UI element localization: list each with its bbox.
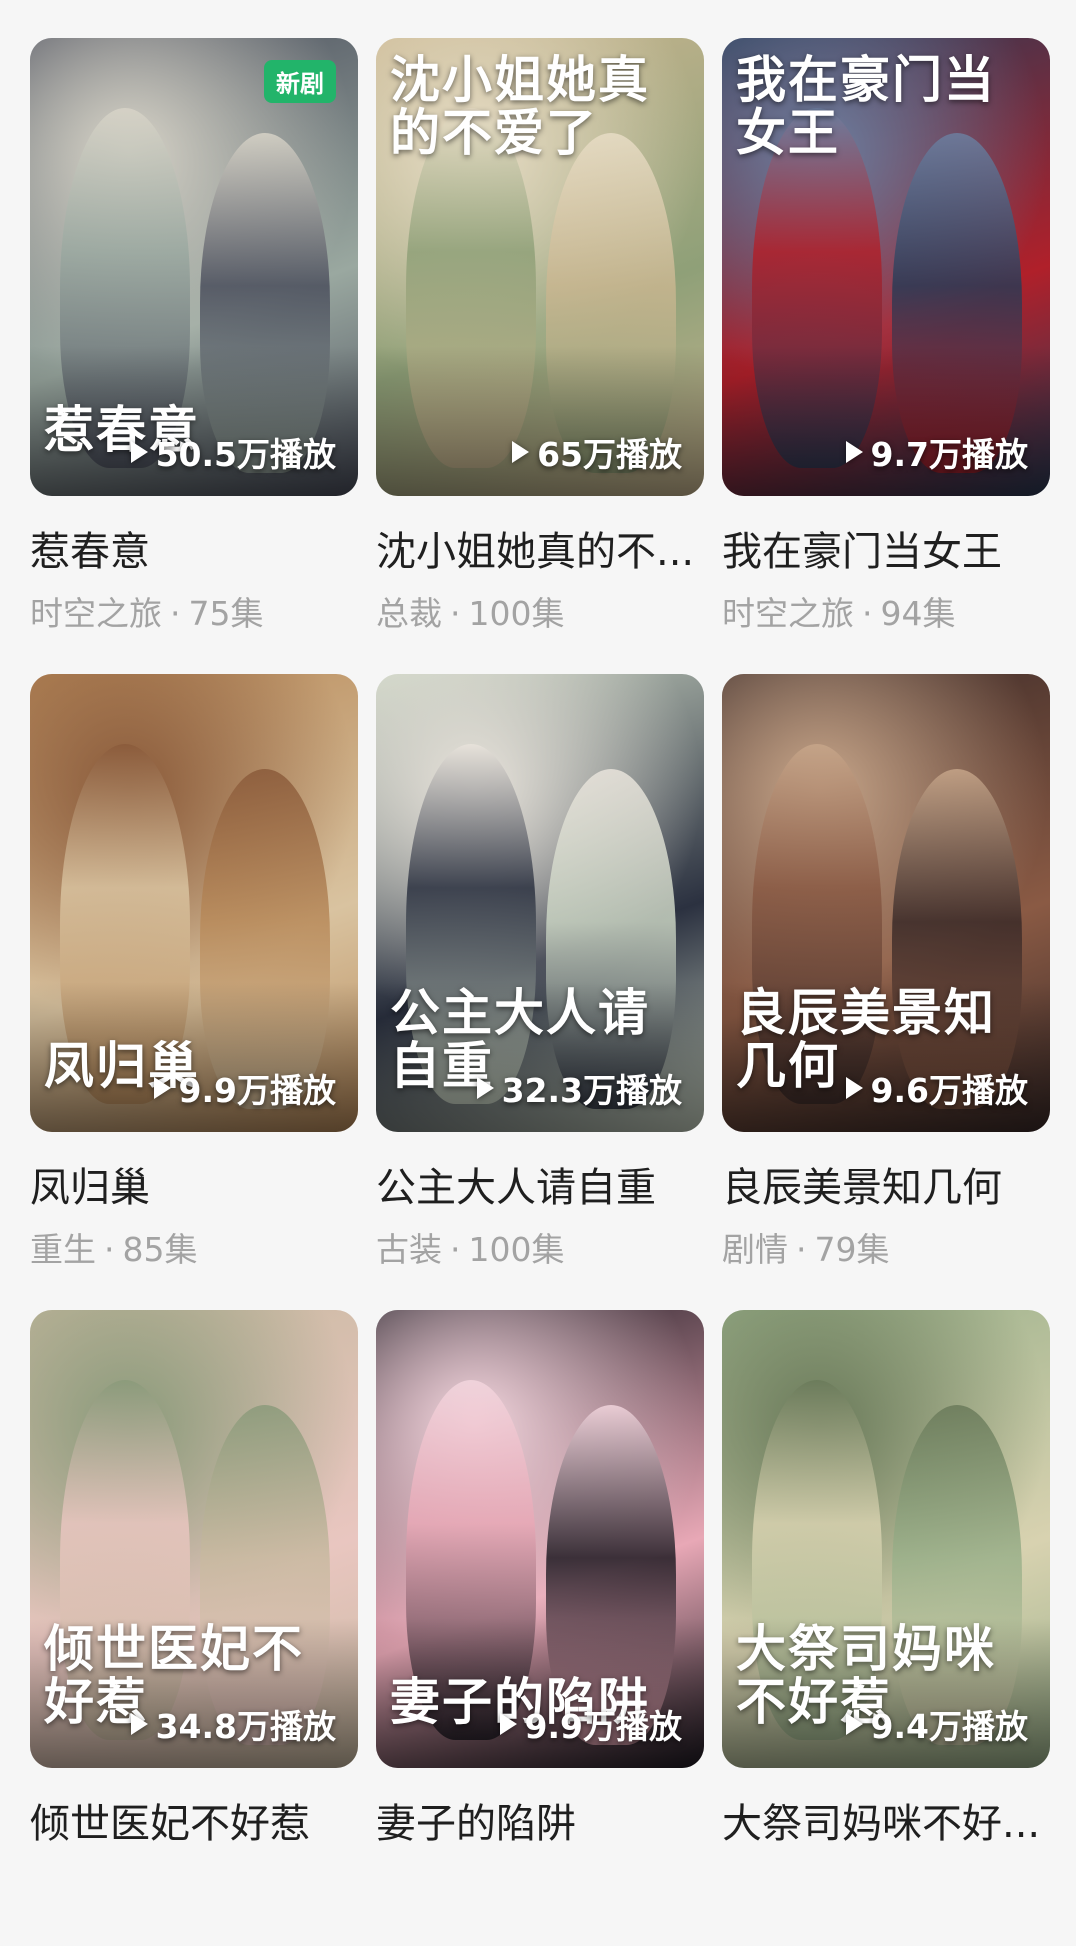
- drama-title[interactable]: 凤归巢: [30, 1166, 358, 1210]
- play-icon: [130, 1713, 148, 1735]
- drama-card[interactable]: 公主大人请自重 32.3万播放 公主大人请自重 古装 · 100集: [376, 674, 704, 1310]
- poster-title-art: 沈小姐她真的不爱了: [390, 50, 650, 162]
- drama-poster[interactable]: 凤归巢 9.9万播放: [30, 674, 358, 1132]
- drama-title[interactable]: 大祭司妈咪不好...: [722, 1802, 1050, 1846]
- play-icon: [499, 1713, 517, 1735]
- play-count: 32.3万播放: [476, 1064, 682, 1112]
- drama-title[interactable]: 倾世医妃不好惹: [30, 1802, 358, 1846]
- drama-grid: 新剧 惹春意 50.5万播放 惹春意 时空之旅 · 75集 沈小姐她真的不爱了 65…: [30, 38, 1050, 1946]
- play-count: 9.9万播放: [499, 1700, 682, 1748]
- meta-separator: ·: [796, 1230, 807, 1269]
- play-count: 9.7万播放: [845, 428, 1028, 476]
- poster-title-art: 我在豪门当女王: [736, 50, 996, 162]
- drama-genre: 时空之旅: [722, 594, 854, 633]
- play-count-text: 9.6万播放: [870, 1071, 1028, 1110]
- drama-meta: 剧情 · 79集: [722, 1230, 1050, 1269]
- meta-separator: ·: [450, 1230, 461, 1269]
- drama-poster[interactable]: 沈小姐她真的不爱了 65万播放: [376, 38, 704, 496]
- drama-title[interactable]: 惹春意: [30, 530, 358, 574]
- drama-episodes: 94集: [880, 594, 956, 633]
- play-count-text: 9.9万播放: [178, 1071, 336, 1110]
- play-icon: [845, 441, 863, 463]
- play-icon: [845, 1077, 863, 1099]
- drama-meta: 总裁 · 100集: [376, 594, 704, 633]
- drama-genre: 时空之旅: [30, 594, 162, 633]
- drama-title[interactable]: 良辰美景知几何: [722, 1166, 1050, 1210]
- drama-episodes: 75集: [188, 594, 264, 633]
- drama-genre: 古装: [376, 1230, 442, 1269]
- new-badge: 新剧: [264, 60, 336, 103]
- play-count: 65万播放: [512, 428, 682, 476]
- drama-card[interactable]: 倾世医妃不好惹 34.8万播放 倾世医妃不好惹: [30, 1310, 358, 1946]
- play-count: 9.9万播放: [153, 1064, 336, 1112]
- drama-title[interactable]: 妻子的陷阱: [376, 1802, 704, 1846]
- drama-title[interactable]: 我在豪门当女王: [722, 530, 1050, 574]
- drama-meta: 时空之旅 · 94集: [722, 594, 1050, 633]
- drama-poster[interactable]: 倾世医妃不好惹 34.8万播放: [30, 1310, 358, 1768]
- drama-poster[interactable]: 妻子的陷阱 9.9万播放: [376, 1310, 704, 1768]
- meta-separator: ·: [104, 1230, 115, 1269]
- play-count: 50.5万播放: [130, 428, 336, 476]
- drama-card[interactable]: 新剧 惹春意 50.5万播放 惹春意 时空之旅 · 75集: [30, 38, 358, 674]
- meta-separator: ·: [862, 594, 873, 633]
- play-count-text: 34.8万播放: [155, 1707, 336, 1746]
- drama-episodes: 100集: [468, 1230, 565, 1269]
- drama-card[interactable]: 良辰美景知几何 9.6万播放 良辰美景知几何 剧情 · 79集: [722, 674, 1050, 1310]
- drama-meta: 古装 · 100集: [376, 1230, 704, 1269]
- drama-poster[interactable]: 大祭司妈咪不好惹 9.4万播放: [722, 1310, 1050, 1768]
- play-count-text: 65万播放: [537, 435, 682, 474]
- drama-poster[interactable]: 公主大人请自重 32.3万播放: [376, 674, 704, 1132]
- drama-poster[interactable]: 我在豪门当女王 9.7万播放: [722, 38, 1050, 496]
- play-count: 9.4万播放: [845, 1700, 1028, 1748]
- drama-episodes: 79集: [814, 1230, 890, 1269]
- meta-separator: ·: [450, 594, 461, 633]
- drama-poster[interactable]: 新剧 惹春意 50.5万播放: [30, 38, 358, 496]
- drama-card[interactable]: 大祭司妈咪不好惹 9.4万播放 大祭司妈咪不好...: [722, 1310, 1050, 1946]
- play-count-text: 9.4万播放: [870, 1707, 1028, 1746]
- drama-meta: 时空之旅 · 75集: [30, 594, 358, 633]
- drama-episodes: 85集: [122, 1230, 198, 1269]
- play-count-text: 9.9万播放: [524, 1707, 682, 1746]
- drama-genre: 剧情: [722, 1230, 788, 1269]
- drama-card[interactable]: 沈小姐她真的不爱了 65万播放 沈小姐她真的不... 总裁 · 100集: [376, 38, 704, 674]
- drama-title[interactable]: 沈小姐她真的不...: [376, 530, 704, 574]
- play-count-text: 50.5万播放: [155, 435, 336, 474]
- play-icon: [153, 1077, 171, 1099]
- play-count-text: 9.7万播放: [870, 435, 1028, 474]
- drama-episodes: 100集: [468, 594, 565, 633]
- play-icon: [476, 1077, 494, 1099]
- play-count: 9.6万播放: [845, 1064, 1028, 1112]
- play-icon: [512, 441, 530, 463]
- play-count: 34.8万播放: [130, 1700, 336, 1748]
- play-icon: [130, 441, 148, 463]
- drama-card[interactable]: 妻子的陷阱 9.9万播放 妻子的陷阱: [376, 1310, 704, 1946]
- drama-poster[interactable]: 良辰美景知几何 9.6万播放: [722, 674, 1050, 1132]
- drama-card[interactable]: 凤归巢 9.9万播放 凤归巢 重生 · 85集: [30, 674, 358, 1310]
- drama-genre: 重生: [30, 1230, 96, 1269]
- drama-card[interactable]: 我在豪门当女王 9.7万播放 我在豪门当女王 时空之旅 · 94集: [722, 38, 1050, 674]
- play-count-text: 32.3万播放: [501, 1071, 682, 1110]
- play-icon: [845, 1713, 863, 1735]
- meta-separator: ·: [170, 594, 181, 633]
- drama-genre: 总裁: [376, 594, 442, 633]
- drama-title[interactable]: 公主大人请自重: [376, 1166, 704, 1210]
- drama-meta: 重生 · 85集: [30, 1230, 358, 1269]
